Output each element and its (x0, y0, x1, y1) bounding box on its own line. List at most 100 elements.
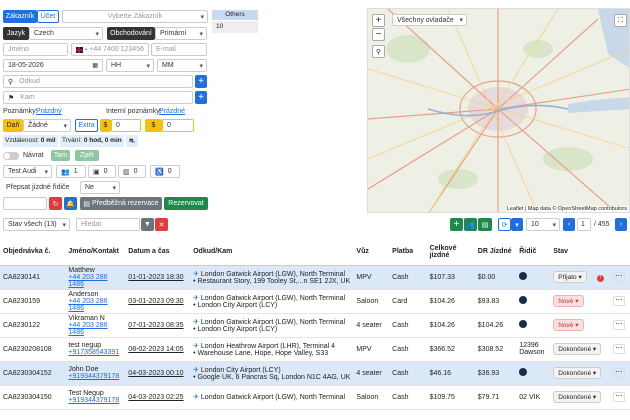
customer-select[interactable]: Vyberte Zákazník (62, 10, 208, 23)
customers-icon[interactable]: 👥 (464, 218, 477, 231)
pickup-date-value[interactable]: 08-02-2023 14:05 (128, 346, 183, 353)
return-toggle[interactable] (3, 152, 19, 160)
dealer-select[interactable]: Primární (155, 27, 207, 40)
layer-select[interactable]: Všechny ovladače (392, 14, 467, 26)
per-page-select[interactable]: 10 (526, 218, 560, 231)
customer-phone[interactable]: +44 203 286 1486 (68, 298, 120, 312)
tab-account[interactable]: Účet (37, 10, 59, 23)
actions-cell[interactable]: ⋯ (610, 337, 630, 362)
refresh-icon[interactable]: ⟳ (498, 218, 511, 231)
order-id[interactable]: CA8230304150 (0, 385, 66, 410)
map-route-icon[interactable]: ⛐ (126, 135, 138, 147)
status-badge[interactable]: Přijato ▾ (553, 271, 587, 283)
page-input[interactable]: 1 (577, 218, 591, 231)
pickup-date-value[interactable]: 03-01-2023 09:30 (128, 298, 183, 305)
luggage-input[interactable]: ▣ 0 (88, 165, 116, 178)
refresh-dropdown-icon[interactable]: ▾ (511, 218, 523, 231)
filter-icon[interactable]: ▼ (141, 218, 154, 231)
language-select[interactable]: Czech (29, 27, 103, 40)
pickup-input[interactable]: ⚲ Odkud (3, 75, 193, 88)
customer-phone[interactable]: +44 203 286 1486 (68, 274, 120, 288)
prev-page-icon[interactable]: ‹ (563, 218, 575, 231)
date-input[interactable]: 18-05-2026 ▦ (3, 59, 103, 72)
table-row[interactable]: CA8230304150 Test Negup +919344379178 04-03… (0, 385, 630, 410)
status-cell[interactable]: Nové ▾ (550, 313, 611, 338)
reset-icon[interactable]: ↻ (49, 197, 62, 210)
status-cell[interactable]: Dokončené ▾ (550, 337, 611, 362)
phone-input[interactable]: ▾ +44 7400 123456 (71, 43, 149, 56)
add-booking-button[interactable]: + (450, 218, 463, 231)
email-input[interactable]: E-mail (151, 43, 207, 56)
status-badge[interactable]: Dokončené ▾ (553, 343, 602, 355)
search-input[interactable]: Hledat (76, 218, 140, 231)
order-id[interactable]: CA8230141 (0, 265, 66, 290)
status-cell[interactable]: Nové ▾ (550, 289, 611, 314)
zoom-out-button[interactable]: − (372, 28, 385, 41)
table-row[interactable]: CA8230122 Vikraman N +44 203 286 1486 07-01… (0, 313, 630, 338)
prebook-button[interactable]: ▤ Předběžná rezervace (80, 197, 162, 210)
driver-cell[interactable] (516, 289, 551, 314)
pickup-date-value[interactable]: 07-01-2023 08:35 (128, 322, 183, 329)
customer-phone[interactable]: +919344379178 (68, 373, 120, 380)
clear-filter-icon[interactable]: ✕ (155, 218, 168, 231)
pickup-date-value[interactable]: 04-03-2023 02:25 (128, 394, 183, 401)
driver-cell[interactable]: 12396 Dawson (516, 337, 551, 362)
actions-cell[interactable]: ⋯ (610, 361, 630, 386)
name-input[interactable]: Jméno (3, 43, 68, 56)
dropoff-input[interactable]: ⚑ Kam (3, 91, 193, 104)
child-seat-input[interactable]: ♿ 0 (150, 165, 180, 178)
pickup-date[interactable]: 08-02-2023 14:05 (125, 337, 191, 362)
override-driver-select[interactable]: Ne (80, 181, 120, 194)
payments-icon[interactable]: ▤ (478, 218, 492, 231)
status-cell[interactable]: Přijato ▾ ! (550, 265, 611, 290)
status-cell[interactable]: Dokončené ▾ (550, 361, 611, 386)
customer-phone[interactable]: +917358543391 (68, 349, 120, 356)
order-id[interactable]: CA8230122 (0, 313, 66, 338)
status-badge[interactable]: Nové ▾ (553, 295, 584, 307)
map-panel[interactable]: + − ⚲ Všechny ovladače ⛶ Leaflet | Map d… (367, 8, 630, 213)
actions-cell[interactable]: ⋯ (610, 289, 630, 314)
col-order[interactable]: Objednávka č. (0, 239, 66, 266)
col-car[interactable]: Vůz (353, 239, 390, 266)
driver-cell[interactable] (516, 265, 551, 290)
pickup-date[interactable]: 07-01-2023 08:35 (125, 313, 191, 338)
add-pickup-button[interactable]: + (195, 75, 207, 88)
there-button[interactable]: Tam (51, 150, 70, 161)
more-options-icon[interactable]: ⋯ (613, 344, 626, 354)
customer-phone[interactable]: +919344379178 (68, 397, 120, 404)
more-options-icon[interactable]: ⋯ (613, 272, 626, 282)
status-filter-select[interactable]: Stav všech (13) (3, 218, 70, 231)
col-driver[interactable]: Řidič (516, 239, 551, 266)
col-route[interactable]: Odkud/Kam (190, 239, 354, 266)
table-row[interactable]: CA8230141 Matthew +44 203 286 1486 01-01-20… (0, 265, 630, 290)
col-status[interactable]: Stav (550, 239, 611, 266)
table-row[interactable]: CA8230304152 John Doe +919344379178 04-03-2… (0, 361, 630, 386)
fullscreen-icon[interactable]: ⛶ (614, 14, 627, 27)
actions-cell[interactable]: ⋯ (610, 313, 630, 338)
table-row[interactable]: CA8230208108 test negup +917358543391 08-02… (0, 337, 630, 362)
actions-cell[interactable]: ⋯ (610, 265, 630, 290)
pickup-date-value[interactable]: 01-01-2023 18:30 (128, 274, 183, 281)
customer-phone[interactable]: +44 203 286 1486 (68, 322, 120, 336)
col-date[interactable]: Datum a čas (125, 239, 191, 266)
col-name[interactable]: Jméno/Kontakt (65, 239, 126, 266)
zoom-in-button[interactable]: + (372, 14, 385, 27)
notes-link[interactable]: Prázdný (36, 108, 62, 115)
pickup-date[interactable]: 01-01-2023 18:30 (125, 265, 191, 290)
driver-cell[interactable] (516, 313, 551, 338)
more-options-icon[interactable]: ⋯ (613, 320, 626, 330)
driver-cell[interactable] (516, 361, 551, 386)
extra-button[interactable]: Extra (75, 119, 98, 132)
hour-select[interactable]: HH (106, 59, 154, 72)
blank-input[interactable] (3, 197, 47, 210)
uk-flag-icon[interactable] (76, 46, 83, 53)
tax-select[interactable]: Žádné (23, 119, 71, 132)
pickup-date-value[interactable]: 04-03-2023 00:10 (128, 370, 183, 377)
back-button[interactable]: Zpět (75, 150, 99, 161)
vehicle-select[interactable]: Test Audi (3, 165, 52, 178)
order-id[interactable]: CA8230208108 (0, 337, 66, 362)
reserve-button[interactable]: Rezervovat (164, 197, 208, 210)
actions-cell[interactable]: ⋯ (610, 385, 630, 410)
driver-cell[interactable]: 02 VIK (516, 385, 551, 410)
order-id[interactable]: CA8230304152 (0, 361, 66, 386)
